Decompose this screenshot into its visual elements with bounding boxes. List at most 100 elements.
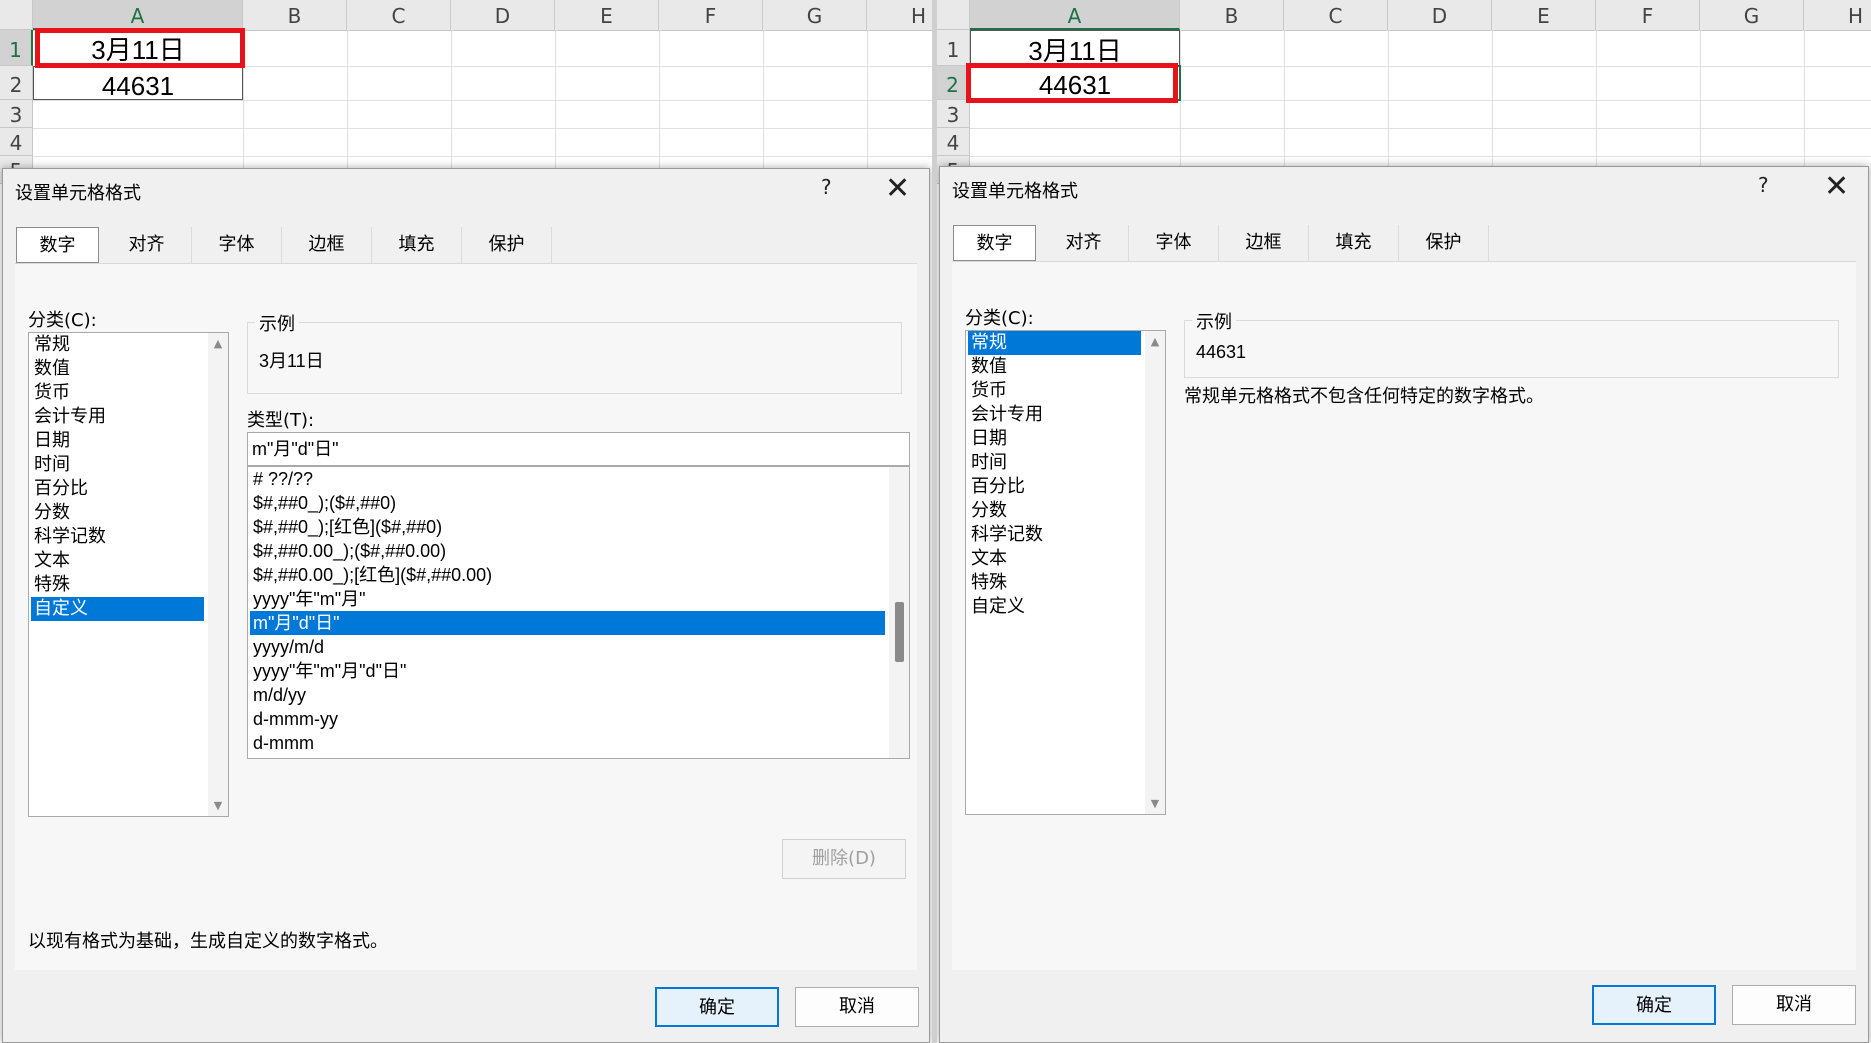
column-header-f[interactable]: F — [659, 0, 763, 30]
column-header-g[interactable]: G — [763, 0, 867, 30]
format-item[interactable]: d-mmm-yy — [250, 707, 885, 731]
category-scrollbar[interactable]: ▲ ▼ — [1145, 331, 1165, 814]
category-item[interactable]: 时间 — [31, 453, 204, 477]
category-item[interactable]: 科学记数 — [31, 525, 204, 549]
column-header-g[interactable]: G — [1700, 0, 1804, 30]
category-item[interactable]: 百分比 — [31, 477, 204, 501]
category-item[interactable]: 常规 — [31, 333, 204, 357]
category-item[interactable]: 数值 — [968, 355, 1141, 379]
category-item[interactable]: 特殊 — [31, 573, 204, 597]
format-item[interactable]: $#,##0_);($#,##0) — [250, 491, 885, 515]
category-item[interactable]: 会计专用 — [968, 403, 1141, 427]
tab-fill[interactable]: 填充 — [1309, 225, 1399, 261]
column-header-a[interactable]: A — [970, 0, 1180, 30]
scroll-up-icon[interactable]: ▲ — [208, 337, 228, 350]
category-item[interactable]: 科学记数 — [968, 523, 1141, 547]
column-header-a[interactable]: A — [33, 0, 243, 30]
format-item[interactable]: m/d/yy — [250, 683, 885, 707]
scroll-thumb[interactable] — [895, 602, 904, 662]
sample-group — [247, 322, 902, 394]
category-item[interactable]: 自定义 — [968, 595, 1141, 619]
tab-number[interactable]: 数字 — [16, 227, 99, 263]
close-icon[interactable]: ✕ — [1824, 169, 1849, 204]
category-item[interactable]: 货币 — [968, 379, 1141, 403]
format-listbox[interactable]: # ??/?? $#,##0_);($#,##0) $#,##0_);[红色](… — [247, 466, 910, 759]
category-item[interactable]: 分数 — [31, 501, 204, 525]
column-header-e[interactable]: E — [555, 0, 659, 30]
cancel-button[interactable]: 取消 — [795, 987, 919, 1027]
category-item-selected[interactable]: 自定义 — [31, 597, 204, 621]
category-item[interactable]: 分数 — [968, 499, 1141, 523]
scroll-up-icon[interactable]: ▲ — [1145, 335, 1165, 348]
column-header-b[interactable]: B — [243, 0, 347, 30]
category-scrollbar[interactable]: ▲ ▼ — [208, 333, 228, 816]
tab-number[interactable]: 数字 — [953, 225, 1036, 261]
scroll-down-icon[interactable]: ▼ — [1145, 797, 1165, 810]
format-item[interactable]: yyyy/m/d — [250, 635, 885, 659]
category-item[interactable]: 时间 — [968, 451, 1141, 475]
format-item[interactable]: $#,##0.00_);[红色]($#,##0.00) — [250, 563, 885, 587]
row-header-3[interactable]: 3 — [0, 100, 33, 128]
row-header-1[interactable]: 1 — [0, 30, 33, 66]
column-header-c[interactable]: C — [347, 0, 451, 30]
category-item[interactable]: 日期 — [31, 429, 204, 453]
category-item[interactable]: 文本 — [968, 547, 1141, 571]
category-item-selected[interactable]: 常规 — [968, 331, 1141, 355]
delete-button[interactable]: 删除(D) — [782, 839, 906, 879]
category-listbox[interactable]: 常规 数值 货币 会计专用 日期 时间 百分比 分数 科学记数 文本 特殊 自定… — [965, 330, 1166, 815]
format-scrollbar[interactable] — [889, 467, 909, 758]
row-header-4[interactable]: 4 — [0, 128, 33, 156]
column-header-h[interactable]: H — [1804, 0, 1871, 30]
type-input[interactable]: m"月"d"日" — [247, 432, 910, 466]
format-item[interactable]: yyyy"年"m"月" — [250, 587, 885, 611]
format-item-selected[interactable]: m"月"d"日" — [250, 611, 885, 635]
tab-alignment[interactable]: 对齐 — [102, 227, 192, 263]
cancel-button[interactable]: 取消 — [1732, 985, 1856, 1025]
select-all-corner[interactable] — [937, 0, 970, 30]
tab-protection[interactable]: 保护 — [1399, 225, 1489, 261]
column-header-h[interactable]: H — [867, 0, 932, 30]
tab-protection[interactable]: 保护 — [462, 227, 552, 263]
column-header-e[interactable]: E — [1492, 0, 1596, 30]
category-listbox[interactable]: 常规 数值 货币 会计专用 日期 时间 百分比 分数 科学记数 文本 特殊 自定… — [28, 332, 229, 817]
sample-value: 44631 — [1196, 342, 1247, 362]
highlight-box-a1 — [35, 28, 245, 68]
column-header-b[interactable]: B — [1180, 0, 1284, 30]
ok-button[interactable]: 确定 — [655, 987, 779, 1027]
column-header-d[interactable]: D — [451, 0, 555, 30]
column-header-f[interactable]: F — [1596, 0, 1700, 30]
row-header-1[interactable]: 1 — [937, 30, 970, 66]
tab-fill[interactable]: 填充 — [372, 227, 462, 263]
format-item[interactable]: $#,##0_);[红色]($#,##0) — [250, 515, 885, 539]
tab-alignment[interactable]: 对齐 — [1039, 225, 1129, 261]
ok-button[interactable]: 确定 — [1592, 985, 1716, 1025]
category-item[interactable]: 文本 — [31, 549, 204, 573]
row-header-3[interactable]: 3 — [937, 100, 970, 128]
category-item[interactable]: 特殊 — [968, 571, 1141, 595]
close-icon[interactable]: ✕ — [885, 171, 910, 206]
number-tab-panel: 分类(C): 常规 数值 货币 会计专用 日期 时间 百分比 分数 科学记数 文… — [15, 263, 917, 970]
category-item[interactable]: 百分比 — [968, 475, 1141, 499]
format-item[interactable]: yyyy"年"m"月"d"日" — [250, 659, 885, 683]
cell-a1[interactable]: 3月11日 — [970, 30, 1180, 66]
tab-border[interactable]: 边框 — [1219, 225, 1309, 261]
category-item[interactable]: 数值 — [31, 357, 204, 381]
tab-border[interactable]: 边框 — [282, 227, 372, 263]
select-all-corner[interactable] — [0, 0, 33, 30]
help-icon[interactable]: ? — [1758, 173, 1769, 197]
category-item[interactable]: 会计专用 — [31, 405, 204, 429]
format-item[interactable]: $#,##0.00_);($#,##0.00) — [250, 539, 885, 563]
tab-font[interactable]: 字体 — [1129, 225, 1219, 261]
column-header-d[interactable]: D — [1388, 0, 1492, 30]
category-item[interactable]: 日期 — [968, 427, 1141, 451]
column-header-c[interactable]: C — [1284, 0, 1388, 30]
cell-a2[interactable]: 44631 — [33, 66, 243, 101]
scroll-down-icon[interactable]: ▼ — [208, 799, 228, 812]
format-item[interactable]: # ??/?? — [250, 467, 885, 491]
help-icon[interactable]: ? — [821, 175, 832, 199]
format-item[interactable]: d-mmm — [250, 731, 885, 755]
tab-font[interactable]: 字体 — [192, 227, 282, 263]
row-header-4[interactable]: 4 — [937, 128, 970, 156]
category-item[interactable]: 货币 — [31, 381, 204, 405]
row-header-2[interactable]: 2 — [0, 66, 33, 100]
